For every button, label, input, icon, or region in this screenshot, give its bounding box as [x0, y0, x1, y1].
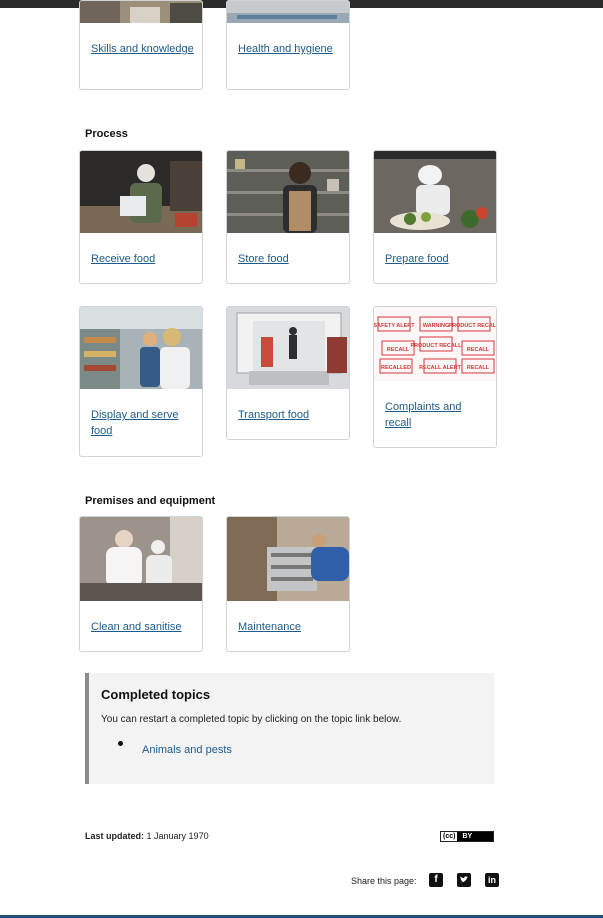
topic-image: SAFETY ALERT WARNING PRODUCT RECALL RECALL P…: [374, 307, 496, 381]
topic-card-skills[interactable]: Skills and knowledge: [79, 0, 203, 90]
svg-text:PRODUCT RECALL: PRODUCT RECALL: [410, 343, 462, 349]
recall-stamp: RECALL: [461, 340, 495, 356]
last-updated: Last updated: 1 January 1970: [85, 831, 209, 841]
cc-by-license-icon[interactable]: (cc) BY: [440, 831, 494, 842]
topic-link[interactable]: Maintenance: [238, 619, 341, 635]
topic-card-clean-sanitise[interactable]: Clean and sanitise: [79, 516, 203, 652]
topic-card-transport-food[interactable]: Transport food: [226, 306, 350, 440]
topic-image: [80, 517, 202, 601]
completed-topics-panel: Completed topics You can restart a compl…: [85, 673, 494, 784]
recall-stamp: PRODUCT RECALL: [410, 336, 462, 352]
topic-card-receive-food[interactable]: Receive food: [79, 150, 203, 284]
completed-topics-title: Completed topics: [101, 687, 211, 702]
svg-text:RECALL: RECALL: [467, 347, 490, 353]
recall-stamp: RECALL: [381, 340, 415, 356]
topic-link[interactable]: Skills and knowledge: [91, 41, 194, 57]
section-heading-premises: Premises and equipment: [85, 495, 216, 507]
recall-stamp: RECALLED: [379, 358, 413, 374]
topic-image: [374, 151, 496, 233]
svg-text:SAFETY ALERT: SAFETY ALERT: [374, 323, 415, 329]
topic-image: [80, 1, 202, 23]
topic-card-display-serve[interactable]: Display and serve food: [79, 306, 203, 457]
topic-image: [227, 307, 349, 389]
topic-card-store-food[interactable]: Store food: [226, 150, 350, 284]
topic-card-health[interactable]: Health and hygiene: [226, 0, 350, 90]
svg-text:PRODUCT RECALL: PRODUCT RECALL: [448, 323, 496, 329]
linkedin-icon[interactable]: in: [485, 873, 499, 887]
bullet-icon: [118, 741, 123, 746]
topic-link[interactable]: Clean and sanitise: [91, 619, 194, 635]
topic-card-prepare-food[interactable]: Prepare food: [373, 150, 497, 284]
topic-card-maintenance[interactable]: Maintenance: [226, 516, 350, 652]
svg-text:RECALLED: RECALLED: [381, 365, 411, 371]
recall-stamp: RECALL: [461, 358, 495, 374]
svg-text:WARNING: WARNING: [423, 323, 450, 329]
topic-link[interactable]: Store food: [238, 251, 341, 267]
topic-image: [227, 151, 349, 233]
last-updated-value: 1 January 1970: [146, 831, 209, 841]
topic-card-complaints-recall[interactable]: SAFETY ALERT WARNING PRODUCT RECALL RECALL P…: [373, 306, 497, 448]
topic-image: [80, 307, 202, 389]
topic-image: [227, 1, 349, 23]
last-updated-label: Last updated:: [85, 831, 145, 841]
topic-link[interactable]: Display and serve food: [91, 407, 194, 439]
topic-link[interactable]: Health and hygiene: [238, 41, 341, 57]
recall-stamp: PRODUCT RECALL: [448, 316, 496, 332]
topic-link[interactable]: Prepare food: [385, 251, 488, 267]
section-heading-process: Process: [85, 128, 128, 140]
facebook-icon[interactable]: f: [429, 873, 443, 887]
share-label: Share this page:: [351, 876, 417, 886]
completed-topics-description: You can restart a completed topic by cli…: [101, 714, 402, 725]
svg-text:RECALL: RECALL: [467, 365, 490, 371]
topic-image: [80, 151, 202, 233]
topic-link[interactable]: Receive food: [91, 251, 194, 267]
svg-text:RECALL: RECALL: [387, 347, 410, 353]
twitter-icon[interactable]: [457, 873, 471, 887]
topic-image: [227, 517, 349, 601]
cc-icon: (cc): [441, 832, 459, 841]
license-by: BY: [462, 833, 473, 840]
topic-link[interactable]: Complaints and recall: [385, 399, 488, 431]
recall-stamp: SAFETY ALERT: [374, 316, 415, 332]
recall-stamp: WARNING: [419, 316, 453, 332]
recall-stamp: RECALL ALERT: [419, 358, 462, 374]
svg-text:RECALL ALERT: RECALL ALERT: [419, 365, 462, 371]
topic-link[interactable]: Transport food: [238, 407, 341, 423]
completed-topic-link[interactable]: Animals and pests: [142, 744, 232, 756]
